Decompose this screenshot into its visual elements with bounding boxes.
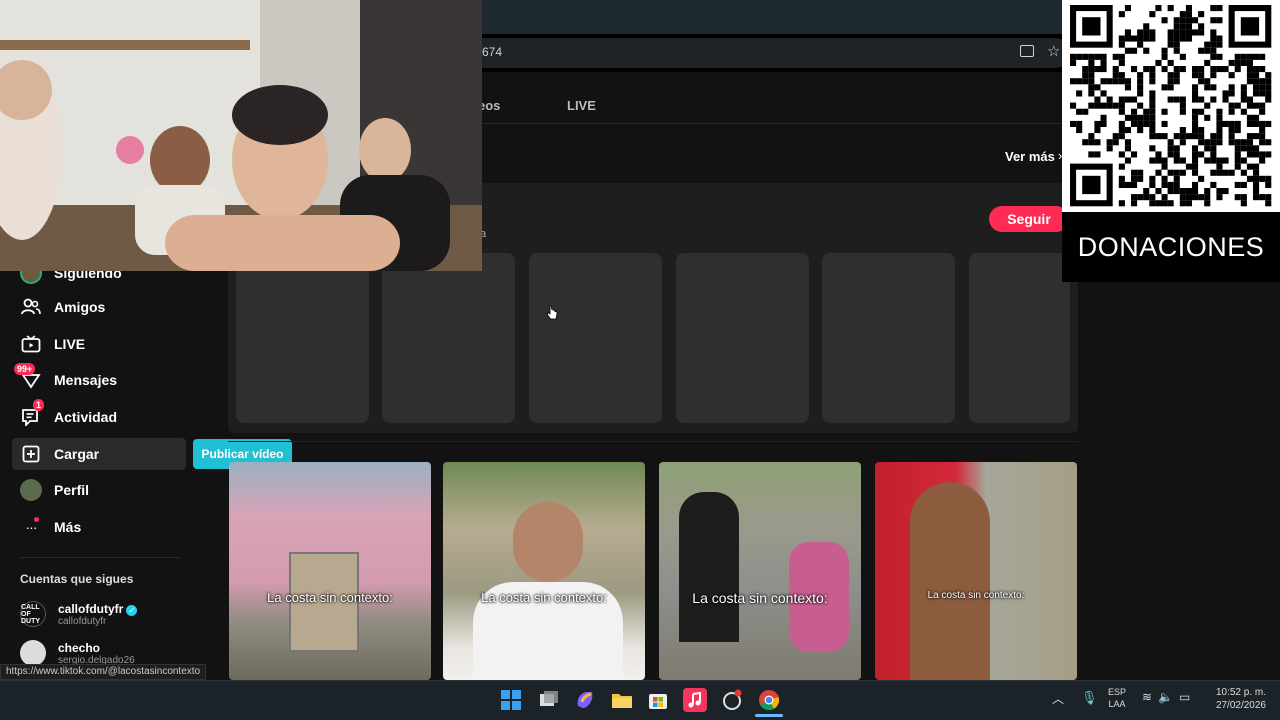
follow-button[interactable]: Seguir — [989, 206, 1069, 232]
video-scene — [910, 482, 990, 680]
messages-icon: 99+ — [14, 363, 42, 391]
video-scene — [513, 502, 583, 582]
microphone-icon[interactable]: 🎙 — [1081, 690, 1098, 706]
sidebar-item-profile[interactable]: Perfil — [12, 474, 186, 506]
suggested-card[interactable] — [969, 253, 1070, 423]
friends-icon — [20, 296, 42, 318]
suggested-card[interactable] — [676, 253, 809, 423]
microsoft-store-icon[interactable] — [646, 688, 670, 712]
account-name: callofdutyfr — [58, 601, 124, 616]
volume-icon: 🔈 — [1158, 690, 1180, 704]
sidebar-item-label: Más — [54, 519, 82, 535]
url-text: 674 — [482, 45, 503, 59]
chevron-up-icon[interactable]: ︿ — [1052, 690, 1064, 707]
sidebar-item-label: Cargar — [54, 446, 100, 462]
sidebar-item-label: Perfil — [54, 482, 90, 498]
live-tv-icon — [20, 333, 42, 355]
suggested-card[interactable] — [382, 253, 515, 423]
keyboard-layout: LAA — [1108, 699, 1126, 709]
activity-icon: 1 — [20, 399, 45, 428]
sidebar-item-live[interactable]: LIVE — [12, 328, 186, 360]
following-accounts-title: Cuentas que sigues — [20, 572, 134, 586]
verified-icon: ✓ — [126, 604, 138, 616]
video-caption: La costa sin contexto: — [692, 590, 828, 606]
clock-time: 10:52 p. m. — [1215, 687, 1266, 698]
sidebar-item-more[interactable]: ··· Más — [12, 511, 186, 543]
sidebar-item-messages[interactable]: 99+ Mensajes — [12, 363, 186, 396]
cast-icon[interactable] — [1020, 45, 1034, 57]
donations-label: DONACIONES — [1062, 212, 1280, 282]
music-app-icon[interactable] — [683, 688, 707, 712]
star-icon[interactable]: ☆ — [1047, 42, 1060, 60]
account-name: checho — [58, 640, 101, 655]
messages-badge: 99+ — [14, 363, 36, 375]
chrome-icon[interactable] — [757, 688, 781, 712]
video-caption: La costa sin contexto: — [267, 590, 393, 605]
status-bar-url: https://www.tiktok.com/@lacostasincontex… — [0, 664, 207, 680]
sidebar-item-label: LIVE — [54, 336, 86, 352]
activity-badge: 1 — [33, 399, 45, 411]
language-code: ESP — [1108, 687, 1127, 697]
more-dots-icon: ··· — [20, 516, 42, 538]
video-caption: La costa sin contexto: — [481, 590, 607, 605]
suggested-card[interactable] — [822, 253, 955, 423]
sidebar-item-friends[interactable]: Amigos — [12, 291, 186, 323]
account-name-row: callofdutyfr ✓ — [58, 601, 138, 616]
profile-tabs — [470, 90, 1070, 124]
account-handle: callofdutyfr — [58, 615, 107, 627]
wifi-icon: ≋ — [1142, 690, 1159, 704]
video-thumbnail[interactable]: La costa sin contexto: — [659, 462, 861, 680]
see-more-link[interactable]: Ver más — [1005, 149, 1055, 164]
sidebar-item-label: Mensajes — [54, 372, 118, 388]
hand-cursor-icon — [546, 305, 558, 320]
video-thumbnail[interactable]: La costa sin contexto: — [443, 462, 645, 680]
address-bar[interactable] — [470, 38, 1070, 68]
account-avatar: CALL OF DUTY — [20, 601, 46, 627]
system-tray[interactable]: ≋🔈▭ — [1142, 690, 1196, 704]
donation-qr-code — [1062, 0, 1280, 212]
input-language[interactable]: ESP LAA — [1108, 686, 1126, 710]
sidebar-item-label: Amigos — [54, 299, 106, 315]
game-bar-icon[interactable] — [720, 688, 744, 712]
clock[interactable]: 10:52 p. m. 27/02/2026 — [1208, 686, 1266, 712]
clock-date: 27/02/2026 — [1215, 700, 1266, 711]
video-scene — [679, 492, 739, 642]
sidebar-item-activity[interactable]: 1 Actividad — [12, 399, 186, 433]
upload-icon — [20, 443, 42, 465]
copilot-icon[interactable] — [573, 688, 597, 712]
windows-start-icon[interactable] — [499, 688, 523, 712]
file-explorer-icon[interactable] — [610, 688, 634, 712]
suggested-card[interactable] — [529, 253, 662, 423]
tab-live[interactable]: LIVE — [567, 98, 596, 113]
account-avatar — [20, 640, 46, 666]
task-view-icon[interactable] — [537, 688, 561, 712]
sidebar-item-upload[interactable]: Cargar — [12, 438, 186, 470]
sidebar-item-label: Actividad — [54, 409, 118, 425]
video-thumbnail[interactable]: La costa sin contexto: — [875, 462, 1077, 680]
video-thumbnail[interactable]: La costa sin contexto: — [229, 462, 431, 680]
followed-account[interactable]: CALL OF DUTY callofdutyfr ✓ callofdutyfr — [20, 598, 138, 630]
video-caption: La costa sin contexto: — [927, 590, 1025, 601]
divider — [228, 441, 1078, 442]
suggested-card[interactable] — [236, 253, 369, 423]
divider — [20, 557, 180, 558]
profile-avatar-icon — [20, 479, 42, 501]
active-app-indicator — [755, 714, 783, 717]
battery-icon: ▭ — [1179, 690, 1197, 704]
webcam-overlay — [0, 0, 482, 271]
